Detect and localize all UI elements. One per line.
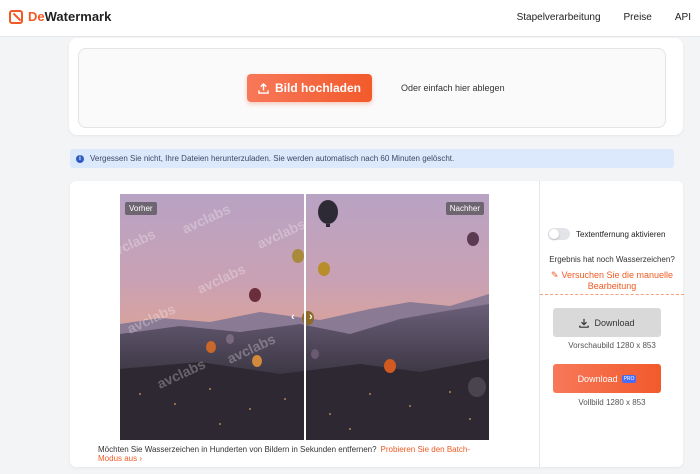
pencil-icon: ✎ (550, 270, 559, 280)
text-removal-toggle[interactable] (548, 228, 570, 240)
upload-icon (258, 82, 269, 94)
brand-name: DeWatermark (28, 9, 112, 24)
before-after-compare[interactable]: avclabs avclabs avclabs avclabs avclabs … (120, 194, 489, 440)
notice-bar: i Vergessen Sie nicht, Ihre Dateien heru… (70, 149, 674, 168)
still-watermark-text: Ergebnis hat noch Wasserzeichen? (549, 255, 675, 264)
logo-icon (9, 9, 23, 24)
nav-link-batch[interactable]: Stapelverarbeitung (517, 12, 601, 23)
download-panel: Textentfernung aktivieren Ergebnis hat n… (539, 181, 684, 467)
download-icon (579, 318, 590, 328)
upload-card: Bild hochladen Oder einfach hier ablegen (69, 38, 683, 135)
nav-link-api[interactable]: API (675, 12, 691, 23)
download-preview-button[interactable]: Download (553, 308, 661, 337)
text-removal-label: Textentfernung aktivieren (576, 229, 666, 239)
manual-edit-label: Versuchen Sie die manuelle Bearbeitung (561, 270, 674, 291)
batch-promo: Möchten Sie Wasserzeichen in Hunderten v… (98, 445, 478, 463)
download-preview-label: Download (594, 317, 635, 328)
result-card: avclabs avclabs avclabs avclabs avclabs … (70, 181, 684, 467)
logo[interactable]: DeWatermark (9, 9, 111, 24)
drop-hint: Oder einfach hier ablegen (401, 83, 505, 93)
upload-button[interactable]: Bild hochladen (247, 74, 372, 102)
preview-caption: Vorschaubild 1280 x 853 (568, 341, 656, 350)
notice-text: Vergessen Sie nicht, Ihre Dateien herunt… (90, 154, 455, 163)
download-full-button[interactable]: Download PRO (553, 364, 661, 393)
text-removal-row: Textentfernung aktivieren (548, 228, 665, 240)
compare-divider[interactable] (304, 194, 306, 440)
chevron-left-icon[interactable]: ‹ (291, 311, 295, 323)
download-full-label: Download (577, 373, 618, 384)
upload-button-label: Bild hochladen (274, 81, 361, 95)
chevron-right-icon[interactable]: › (309, 311, 313, 323)
after-label: Nachher (445, 202, 484, 215)
batch-promo-text: Möchten Sie Wasserzeichen in Hunderten v… (98, 445, 377, 454)
divider (540, 294, 684, 295)
drop-zone[interactable]: Bild hochladen Oder einfach hier ablegen (78, 48, 666, 128)
before-label: Vorher (125, 202, 157, 215)
nav-link-pricing[interactable]: Preise (624, 12, 652, 23)
top-nav: DeWatermark Stapelverarbeitung Preise AP… (0, 0, 700, 37)
manual-edit-link[interactable]: ✎ Versuchen Sie die manuelle Bearbeitung (540, 270, 684, 292)
pro-badge: PRO (621, 374, 637, 383)
info-icon: i (76, 154, 84, 163)
full-caption: Vollbild 1280 x 853 (578, 398, 646, 407)
nav-links: Stapelverarbeitung Preise API (494, 12, 691, 23)
